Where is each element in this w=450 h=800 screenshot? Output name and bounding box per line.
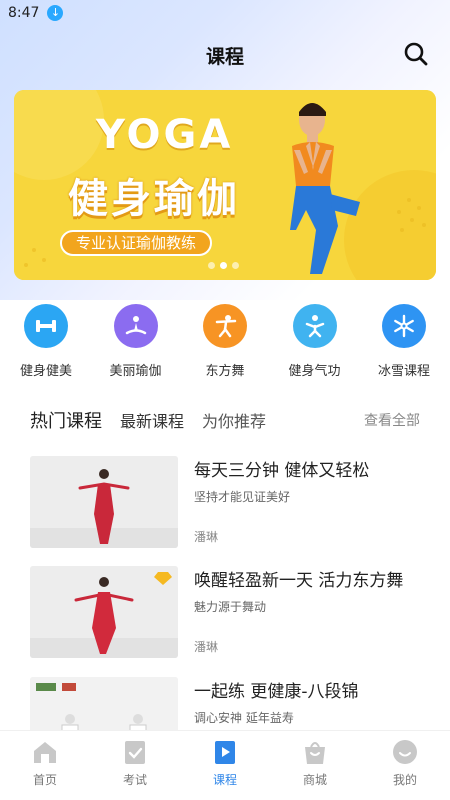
nav-label: 首页 — [32, 773, 57, 787]
nav-label: 课程 — [212, 773, 237, 787]
promo-banner[interactable]: YOGA 健身瑜伽 专业认证瑜伽教练 — [14, 90, 436, 280]
tab-recommended[interactable]: 为你推荐 — [202, 408, 266, 432]
course-title: 唤醒轻盈新一天 活力东方舞 — [194, 571, 404, 591]
home-icon — [34, 742, 56, 763]
course-thumbnail — [30, 456, 178, 548]
nav-shop[interactable]: 商城 — [280, 739, 350, 800]
nav-label: 考试 — [122, 773, 147, 787]
meditation-icon — [113, 304, 158, 348]
category-yoga[interactable]: 美丽瑜伽 — [96, 304, 176, 384]
exam-icon — [125, 741, 145, 764]
snowflake-icon — [382, 304, 426, 348]
view-all-link[interactable]: 查看全部 — [364, 410, 420, 430]
course-subtitle: 调心安神 延年益寿 — [194, 711, 294, 725]
course-subtitle: 坚持才能见证美好 — [194, 490, 291, 504]
qigong-icon — [292, 304, 337, 348]
course-item[interactable]: 每天三分钟 健体又轻松 坚持才能见证美好 潘琳 — [30, 456, 420, 550]
course-title: 一起练 更健康-八段锦 — [194, 682, 359, 702]
status-bar: 8:47 ↓ — [0, 0, 450, 26]
category-qigong[interactable]: 健身气功 — [275, 304, 355, 384]
category-label: 东方舞 — [205, 364, 245, 379]
app-header: 课程 — [0, 34, 450, 74]
profile-icon — [393, 740, 417, 764]
course-thumbnail — [30, 566, 178, 658]
course-subtitle: 魅力源于舞动 — [194, 600, 267, 614]
status-time: 8:47 — [8, 5, 40, 21]
banner-title: 健身瑜伽 — [68, 176, 240, 222]
nav-home[interactable]: 首页 — [10, 739, 80, 800]
category-oriental-dance[interactable]: 东方舞 — [185, 304, 265, 384]
banner-word: YOGA — [96, 112, 234, 158]
course-tabs: 热门课程 最新课程 为你推荐 查看全部 — [0, 404, 450, 436]
course-author: 潘琳 — [194, 530, 219, 544]
category-label: 健身气功 — [288, 364, 341, 379]
search-icon[interactable] — [402, 40, 430, 68]
nav-exam[interactable]: 考试 — [100, 739, 170, 800]
category-winter-sports[interactable]: 冰雪课程 — [364, 304, 444, 384]
carousel-dot[interactable] — [220, 262, 227, 269]
course-title: 每天三分钟 健体又轻松 — [194, 461, 370, 481]
dancer-icon — [203, 304, 247, 348]
category-row: 健身健美 美丽瑜伽 东方舞 健身气功 冰雪课程 — [0, 304, 450, 384]
bottom-nav: 首页 考试 课程 商城 我的 — [0, 730, 450, 800]
carousel-dot[interactable] — [208, 262, 215, 269]
category-label: 美丽瑜伽 — [109, 364, 162, 379]
nav-label: 商城 — [302, 773, 327, 787]
carousel-dots — [208, 262, 239, 269]
category-label: 冰雪课程 — [377, 364, 430, 379]
tab-hot-courses[interactable]: 热门课程 — [30, 407, 102, 433]
page-title: 课程 — [205, 46, 244, 68]
shop-icon — [305, 742, 325, 764]
category-fitness[interactable]: 健身健美 — [6, 304, 86, 384]
tab-new-courses[interactable]: 最新课程 — [120, 408, 184, 432]
banner-subtitle: 专业认证瑜伽教练 — [60, 230, 213, 256]
course-author: 潘琳 — [194, 640, 219, 654]
nav-profile[interactable]: 我的 — [370, 739, 440, 800]
nav-course[interactable]: 课程 — [190, 739, 260, 800]
nav-label: 我的 — [392, 773, 417, 787]
course-icon — [215, 741, 235, 764]
category-label: 健身健美 — [19, 364, 72, 379]
course-item[interactable]: 唤醒轻盈新一天 活力东方舞 魅力源于舞动 潘琳 — [30, 566, 420, 660]
dumbbell-icon — [24, 304, 68, 348]
download-icon: ↓ — [47, 5, 64, 21]
carousel-dot[interactable] — [232, 262, 239, 269]
